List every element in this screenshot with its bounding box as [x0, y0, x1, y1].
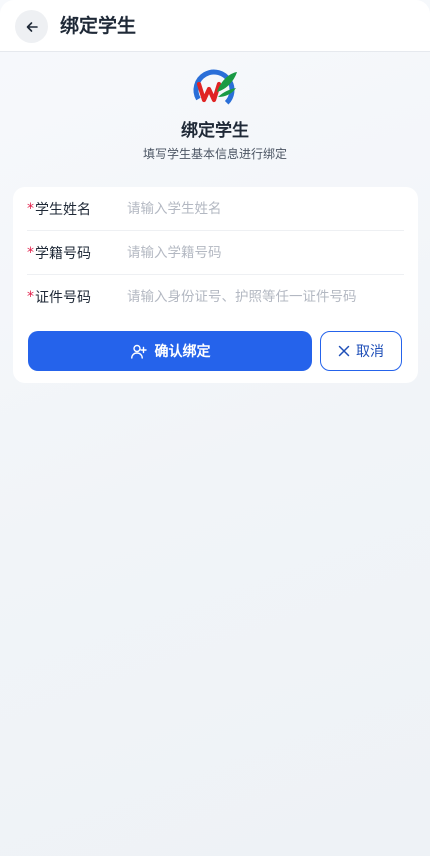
- bind-form-card: * 学生姓名 * 学籍号码 * 证件号码 确认绑定: [13, 187, 418, 383]
- page-title: 绑定学生: [181, 121, 249, 141]
- required-mark: *: [27, 200, 34, 217]
- confirm-bind-label: 确认绑定: [154, 343, 211, 359]
- required-mark: *: [27, 289, 34, 305]
- form-row-id-number: * 证件号码: [27, 275, 404, 319]
- form-row-student-number: * 学籍号码: [27, 231, 404, 275]
- required-mark: *: [27, 244, 34, 261]
- school-logo: [193, 69, 237, 111]
- close-icon: [338, 345, 350, 357]
- cancel-label: 取消: [356, 343, 384, 359]
- field-label: * 证件号码: [27, 287, 127, 307]
- arrow-left-icon: [26, 21, 38, 32]
- id-number-input[interactable]: [127, 282, 404, 312]
- field-label-text: 学生姓名: [35, 201, 91, 218]
- field-label: * 学籍号码: [27, 243, 127, 263]
- cancel-button[interactable]: 取消: [320, 331, 402, 371]
- top-bar: 绑定学生: [0, 0, 430, 52]
- student-number-input[interactable]: [127, 237, 404, 268]
- user-plus-icon: [130, 343, 147, 360]
- student-name-input[interactable]: [127, 193, 404, 224]
- field-label-text: 证件号码: [35, 290, 91, 306]
- field-label: * 学生姓名: [27, 199, 127, 219]
- confirm-bind-button[interactable]: 确认绑定: [28, 331, 312, 371]
- top-bar-title: 绑定学生: [60, 15, 137, 37]
- form-row-student-name: * 学生姓名: [27, 187, 404, 231]
- back-button[interactable]: [15, 10, 48, 43]
- page-header: 绑定学生 填写学生基本信息进行绑定: [0, 64, 430, 162]
- page-subtitle: 填写学生基本信息进行绑定: [142, 147, 287, 161]
- field-label-text: 学籍号码: [35, 245, 91, 262]
